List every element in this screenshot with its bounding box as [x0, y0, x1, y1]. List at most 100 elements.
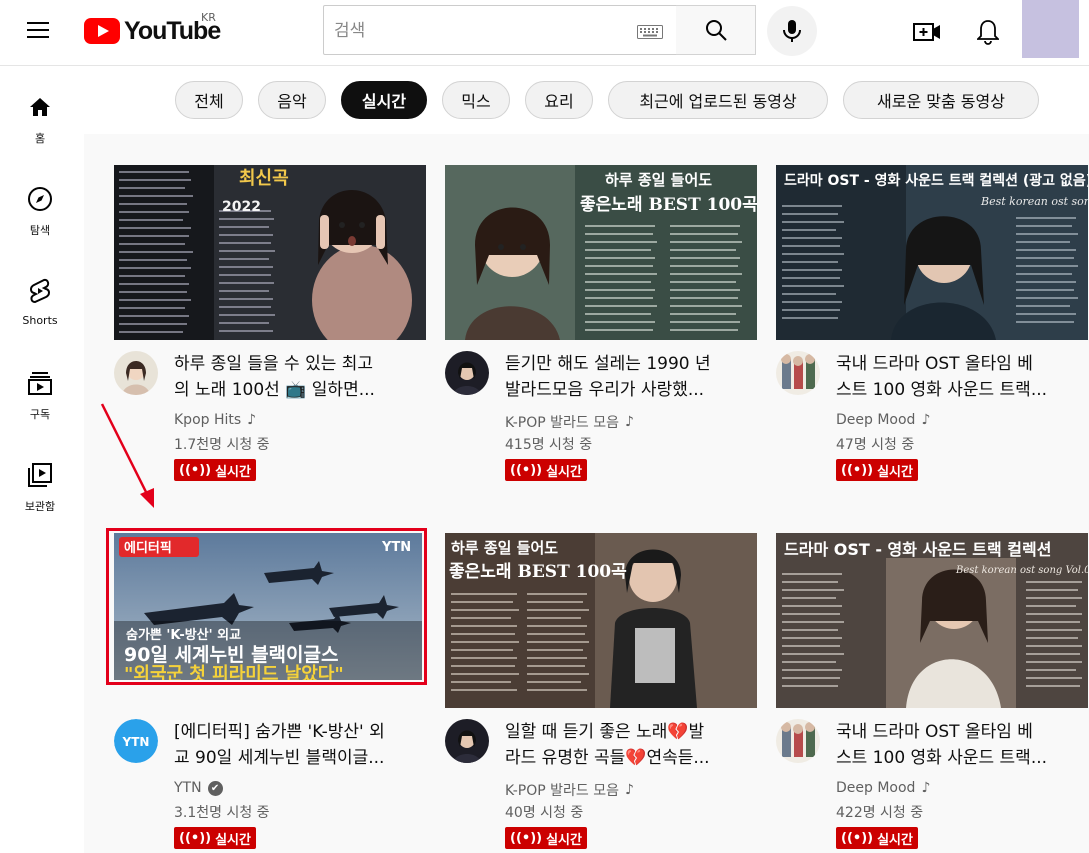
microphone-icon: [783, 20, 801, 42]
channel-name[interactable]: K-POP 발라드 모음 ♪: [505, 412, 634, 432]
sidebar-item-shorts[interactable]: Shorts: [0, 276, 80, 350]
music-note-icon: ♪: [624, 782, 634, 798]
live-broadcast-icon: ((•)): [179, 462, 212, 478]
thumbnail-title-text: 최신곡: [239, 168, 289, 189]
library-icon: [28, 463, 52, 487]
sidebar-item-label: 홈: [34, 132, 46, 145]
channel-name-text: K-POP 발라드 모음: [505, 415, 619, 431]
video-title[interactable]: 하루 종일 들을 수 있는 최고 의 노래 100선 📺 일하면...: [174, 351, 424, 403]
channel-name[interactable]: Deep Mood ♪: [836, 412, 930, 428]
chip-mix[interactable]: 믹스: [442, 81, 510, 119]
video-thumbnail[interactable]: 드라마 OST - 영화 사운드 트랙 컬렉션 Best korean ost …: [776, 533, 1088, 708]
top-bar: YouTube KR: [0, 0, 1089, 66]
sidebar-item-label: 구독: [29, 408, 51, 421]
channel-avatar[interactable]: [776, 719, 820, 763]
live-badge-label: 실시간: [215, 832, 251, 848]
channel-name[interactable]: K-POP 발라드 모음 ♪: [505, 780, 634, 800]
youtube-play-icon: [84, 18, 120, 44]
channel-name-text: Deep Mood: [836, 780, 916, 796]
search-box: [323, 5, 677, 55]
channel-name[interactable]: YTN ✔: [174, 780, 223, 796]
channel-avatar[interactable]: [445, 719, 489, 763]
video-card: 하루 종일 들어도 좋은노래 BEST 100곡 일할 때 듣기 좋은 노래💔발…: [445, 533, 757, 853]
video-title[interactable]: 국내 드라마 OST 올타임 베 스트 100 영화 사운드 트랙...: [836, 719, 1086, 771]
compass-icon: [28, 187, 52, 211]
home-icon: [30, 98, 50, 116]
annotation-arrow-icon: [100, 403, 154, 508]
view-count: 47명 시청 중: [836, 437, 915, 453]
notifications-button[interactable]: [971, 15, 1005, 49]
video-title-line: 듣기만 해도 설레는 1990 년: [505, 354, 711, 374]
channel-avatar[interactable]: YTN: [114, 719, 158, 763]
chip-live[interactable]: 실시간: [341, 81, 427, 119]
video-title-line: [에디터픽] 숨가쁜 'K-방산' 외: [174, 722, 385, 742]
sidebar-item-subscriptions[interactable]: 구독: [0, 368, 80, 442]
thumbnail-subtitle-text: Best korean ost song: [980, 195, 1088, 208]
channel-name[interactable]: Deep Mood ♪: [836, 780, 930, 796]
thumbnail-title-text: 하루 종일 들어도: [451, 539, 558, 557]
live-broadcast-icon: ((•)): [510, 462, 543, 478]
sidebar-item-home[interactable]: 홈: [0, 92, 80, 166]
chip-new-to-you[interactable]: 새로운 맞춤 동영상: [843, 81, 1039, 119]
thumbnail-title-text: 드라마 OST - 영화 사운드 트랙 컬렉션: [784, 540, 1051, 559]
thumbnail-subtitle-text: Best korean ost song Vol.02: [955, 565, 1088, 576]
live-badge: ((•)) 실시간: [836, 827, 918, 849]
thumbnail-subtitle-text: 좋은노래 BEST 100곡: [449, 562, 627, 582]
video-title[interactable]: 국내 드라마 OST 올타임 베 스트 100 영화 사운드 트랙...: [836, 351, 1086, 403]
channel-avatar[interactable]: [114, 351, 158, 395]
music-note-icon: ♪: [921, 412, 931, 428]
video-title-line: 의 노래 100선 📺 일하면...: [174, 380, 375, 400]
keyboard-icon[interactable]: [637, 25, 663, 39]
sidebar-item-library[interactable]: 보관함: [0, 460, 80, 534]
video-thumbnail[interactable]: 하루 종일 들어도 좋은노래 BEST 100곡: [445, 533, 757, 708]
video-card: 하루 종일 들어도 좋은노래 BEST 100곡 듣기만 해도 설레는 1990…: [445, 165, 757, 485]
video-thumbnail[interactable]: 최신곡 2022: [114, 165, 426, 340]
live-badge: ((•)) 실시간: [174, 827, 256, 849]
live-badge: ((•)) 실시간: [174, 459, 256, 481]
highlight-box: [106, 528, 427, 685]
music-note-icon: ♪: [247, 412, 257, 428]
video-thumbnail[interactable]: 하루 종일 들어도 좋은노래 BEST 100곡: [445, 165, 757, 340]
voice-search-button[interactable]: [767, 6, 817, 56]
video-thumbnail[interactable]: 드라마 OST - 영화 사운드 트랙 컬렉션 (광고 없음) Best kor…: [776, 165, 1088, 340]
account-avatar[interactable]: [1022, 0, 1079, 58]
thumbnail-subtitle-text: 좋은노래 BEST 100곡: [580, 195, 757, 215]
video-title[interactable]: 일할 때 듣기 좋은 노래💔발 라드 유명한 곡들💔연속듣...: [505, 719, 755, 771]
live-broadcast-icon: ((•)): [841, 462, 874, 478]
video-title[interactable]: 듣기만 해도 설레는 1990 년 발라드모음 우리가 사랑했...: [505, 351, 755, 403]
video-title-line: 하루 종일 들을 수 있는 최고: [174, 354, 374, 374]
video-title-line: 라드 유명한 곡들💔연속듣...: [505, 748, 710, 768]
live-badge: ((•)) 실시간: [836, 459, 918, 481]
youtube-logo[interactable]: YouTube: [84, 15, 221, 47]
chip-cooking[interactable]: 요리: [525, 81, 593, 119]
video-title[interactable]: [에디터픽] 숨가쁜 'K-방산' 외 교 90일 세계누빈 블랙이글...: [174, 719, 424, 771]
thumbnail-title-text: 하루 종일 들어도: [605, 171, 712, 189]
chip-recently-uploaded[interactable]: 최근에 업로드된 동영상: [608, 81, 828, 119]
shorts-icon: [30, 278, 50, 304]
search-button[interactable]: [676, 5, 756, 55]
video-title-line: 일할 때 듣기 좋은 노래💔발: [505, 722, 705, 742]
create-button[interactable]: [910, 15, 944, 49]
chip-music[interactable]: 음악: [258, 81, 326, 119]
live-badge-label: 실시간: [877, 464, 913, 480]
menu-icon[interactable]: [25, 19, 53, 43]
video-title-line: 발라드모음 우리가 사랑했...: [505, 380, 705, 400]
ytn-logo-text: YTN: [122, 735, 150, 749]
video-card: 드라마 OST - 영화 사운드 트랙 컬렉션 (광고 없음) Best kor…: [776, 165, 1088, 485]
chip-all[interactable]: 전체: [175, 81, 243, 119]
sidebar-item-explore[interactable]: 탐색: [0, 184, 80, 258]
video-title-line: 국내 드라마 OST 올타임 베: [836, 722, 1033, 742]
channel-avatar[interactable]: [445, 351, 489, 395]
search-input[interactable]: [334, 18, 614, 44]
view-count: 415명 시청 중: [505, 437, 593, 453]
channel-name-text: YTN: [174, 780, 202, 796]
search-icon: [705, 20, 727, 41]
view-count: 40명 시청 중: [505, 805, 584, 821]
channel-avatar[interactable]: [776, 351, 820, 395]
channel-name[interactable]: Kpop Hits ♪: [174, 412, 256, 428]
live-badge-label: 실시간: [546, 464, 582, 480]
thumbnail-title-text: 드라마 OST - 영화 사운드 트랙 컬렉션 (광고 없음): [784, 172, 1088, 189]
live-badge-label: 실시간: [877, 832, 913, 848]
music-note-icon: ♪: [624, 414, 634, 430]
music-note-icon: ♪: [921, 780, 931, 796]
